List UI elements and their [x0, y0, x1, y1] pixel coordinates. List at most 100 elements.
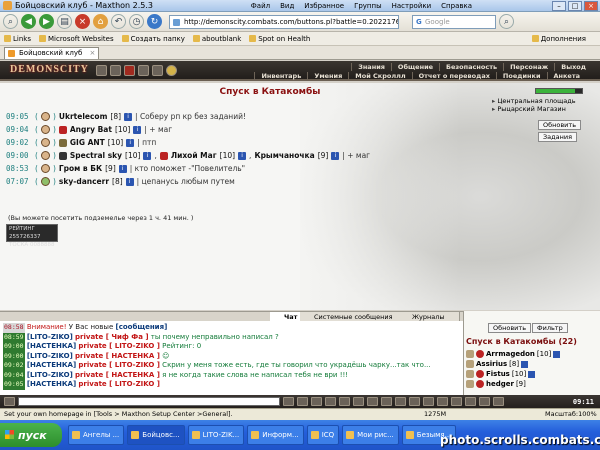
menu-favorites[interactable]: Избранное: [304, 2, 344, 10]
chat-tool-icon[interactable]: [395, 397, 406, 406]
chat-tool-icon[interactable]: [451, 397, 462, 406]
tabs-icon[interactable]: ▤: [57, 14, 72, 29]
maximize-button[interactable]: □: [568, 0, 582, 11]
player-nick[interactable]: Гром в БК: [59, 164, 102, 173]
player-nick[interactable]: Ukrtelecom: [59, 112, 108, 121]
taskbar-item[interactable]: LITO-ZIK...: [187, 425, 245, 445]
message-sender[interactable]: [LITO-ZIKO]: [27, 352, 73, 360]
game-menu-fights[interactable]: Поединки: [495, 72, 547, 80]
chat-tool-icon[interactable]: [297, 397, 308, 406]
back-arrow-icon[interactable]: ◀: [21, 14, 36, 29]
message-recipient[interactable]: private [ НАСТЕНКА ]: [75, 352, 160, 360]
home-icon[interactable]: ⌂: [93, 14, 108, 29]
game-tool-icon[interactable]: [96, 65, 107, 76]
bookmark-links[interactable]: Links: [4, 35, 31, 43]
history-icon[interactable]: ◷: [129, 14, 144, 29]
chat-tool-icon[interactable]: [409, 397, 420, 406]
player-nick[interactable]: Angry Bat: [70, 125, 112, 134]
refresh-icon[interactable]: ↻: [147, 14, 162, 29]
zoom-indicator[interactable]: Масштаб:100%: [545, 409, 597, 420]
game-menu-security[interactable]: Безопасность: [439, 63, 503, 71]
game-menu-scroll[interactable]: Мой Скроллл: [348, 72, 411, 80]
player-nick[interactable]: Fistus: [486, 370, 510, 378]
search-input[interactable]: Google: [412, 14, 496, 29]
info-icon[interactable]: i: [124, 112, 133, 121]
bookmark-new-folder[interactable]: Создать папку: [122, 35, 185, 43]
chat-tool-icon[interactable]: [283, 397, 294, 406]
link-central-square[interactable]: Центральная площадь: [492, 97, 575, 105]
smiley-icon[interactable]: [166, 65, 177, 76]
addons-button[interactable]: Дополнения: [532, 35, 586, 43]
info-icon[interactable]: i: [125, 177, 134, 186]
chat-tool-icon[interactable]: [381, 397, 392, 406]
close-tab-icon[interactable]: ×: [90, 48, 96, 59]
message-sender[interactable]: [LITO-ZIKO]: [27, 371, 73, 379]
info-icon[interactable]: i: [331, 151, 340, 160]
filter-button[interactable]: Фильтр: [532, 323, 568, 333]
chat-input[interactable]: [18, 397, 280, 406]
message-sender[interactable]: [НАСТЕНКА]: [27, 380, 76, 388]
tasks-button[interactable]: Задания: [538, 132, 578, 142]
chat-tool-icon[interactable]: [423, 397, 434, 406]
messages-link[interactable]: [сообщения]: [116, 323, 168, 331]
player-nick[interactable]: hedger: [486, 380, 514, 388]
chat-tool-icon[interactable]: [479, 397, 490, 406]
menu-view[interactable]: Вид: [280, 2, 294, 10]
search-toolbar-icon[interactable]: ⌕: [3, 14, 18, 29]
menu-groups[interactable]: Группы: [354, 2, 382, 10]
player-nick[interactable]: Assirius: [476, 360, 507, 368]
player-nick[interactable]: Arrmagedon: [486, 350, 535, 358]
chat-tool-icon[interactable]: [311, 397, 322, 406]
player-nick[interactable]: Spectral sky: [70, 151, 122, 160]
message-sender[interactable]: [НАСТЕНКА]: [27, 342, 76, 350]
player-nick[interactable]: sky-dancerr: [59, 177, 109, 186]
chat-tool-icon[interactable]: [353, 397, 364, 406]
player-nick[interactable]: Лихой Маг: [171, 151, 217, 160]
browser-tab[interactable]: Бойцовский клуб ×: [4, 47, 100, 59]
info-icon[interactable]: i: [238, 151, 247, 160]
game-menu-transfers[interactable]: Отчет о переводах: [411, 72, 496, 80]
game-tool-icon[interactable]: [138, 65, 149, 76]
chat-tool-icon[interactable]: [437, 397, 448, 406]
message-sender[interactable]: [НАСТЕНКА]: [27, 361, 76, 369]
forward-arrow-icon[interactable]: ▶: [39, 14, 54, 29]
game-menu-inventory[interactable]: Инвентарь: [254, 72, 307, 80]
taskbar-item[interactable]: ICQ: [306, 425, 340, 445]
search-go-icon[interactable]: ⌕: [499, 14, 514, 29]
location-refresh-button[interactable]: Обновить: [538, 120, 582, 130]
message-recipient[interactable]: private [ LITO-ZIKO ]: [78, 380, 160, 388]
address-bar[interactable]: http://demonscity.combats.com/buttons.pl…: [169, 14, 399, 29]
message-recipient[interactable]: private [ Чиф Фа ]: [75, 333, 149, 341]
message-recipient[interactable]: private [ LITO-ZIKO ]: [78, 342, 160, 350]
taskbar-item[interactable]: Бойцовс...: [127, 425, 185, 445]
undo-icon[interactable]: ↶: [111, 14, 126, 29]
taskbar-item[interactable]: Информ...: [247, 425, 304, 445]
game-menu-communication[interactable]: Общение: [390, 63, 439, 71]
message-recipient[interactable]: private [ НАСТЕНКА ]: [75, 371, 160, 379]
bookmark-microsoft-websites[interactable]: Microsoft Websites: [39, 35, 114, 43]
info-icon[interactable]: i: [126, 138, 135, 147]
smiley-icon[interactable]: [367, 397, 378, 406]
game-menu-exit[interactable]: Выход: [554, 63, 592, 71]
game-tool-icon[interactable]: [152, 65, 163, 76]
info-icon[interactable]: [553, 350, 561, 358]
taskbar-item[interactable]: Мои рис...: [342, 425, 399, 445]
stop-icon[interactable]: ×: [75, 14, 90, 29]
game-tool-icon[interactable]: [124, 65, 135, 76]
game-menu-profile[interactable]: Анкета: [546, 72, 587, 80]
menu-help[interactable]: Справка: [441, 2, 472, 10]
game-menu-skills[interactable]: Умения: [307, 72, 348, 80]
online-refresh-button[interactable]: Обновить: [488, 323, 532, 333]
minimize-button[interactable]: –: [552, 0, 566, 11]
chat-tool-icon[interactable]: [325, 397, 336, 406]
info-icon[interactable]: i: [143, 151, 152, 160]
game-menu-character[interactable]: Персонаж: [503, 63, 554, 71]
chat-tool-icon[interactable]: [465, 397, 476, 406]
menu-settings[interactable]: Настройки: [392, 2, 432, 10]
link-knight-shop[interactable]: Рыцарский Магазин: [492, 105, 576, 113]
info-icon[interactable]: i: [118, 164, 127, 173]
close-button[interactable]: ×: [584, 0, 598, 11]
bookmark-spot-on-health[interactable]: Spot on Health: [249, 35, 310, 43]
chat-tool-icon[interactable]: [493, 397, 504, 406]
info-icon[interactable]: i: [133, 125, 142, 134]
